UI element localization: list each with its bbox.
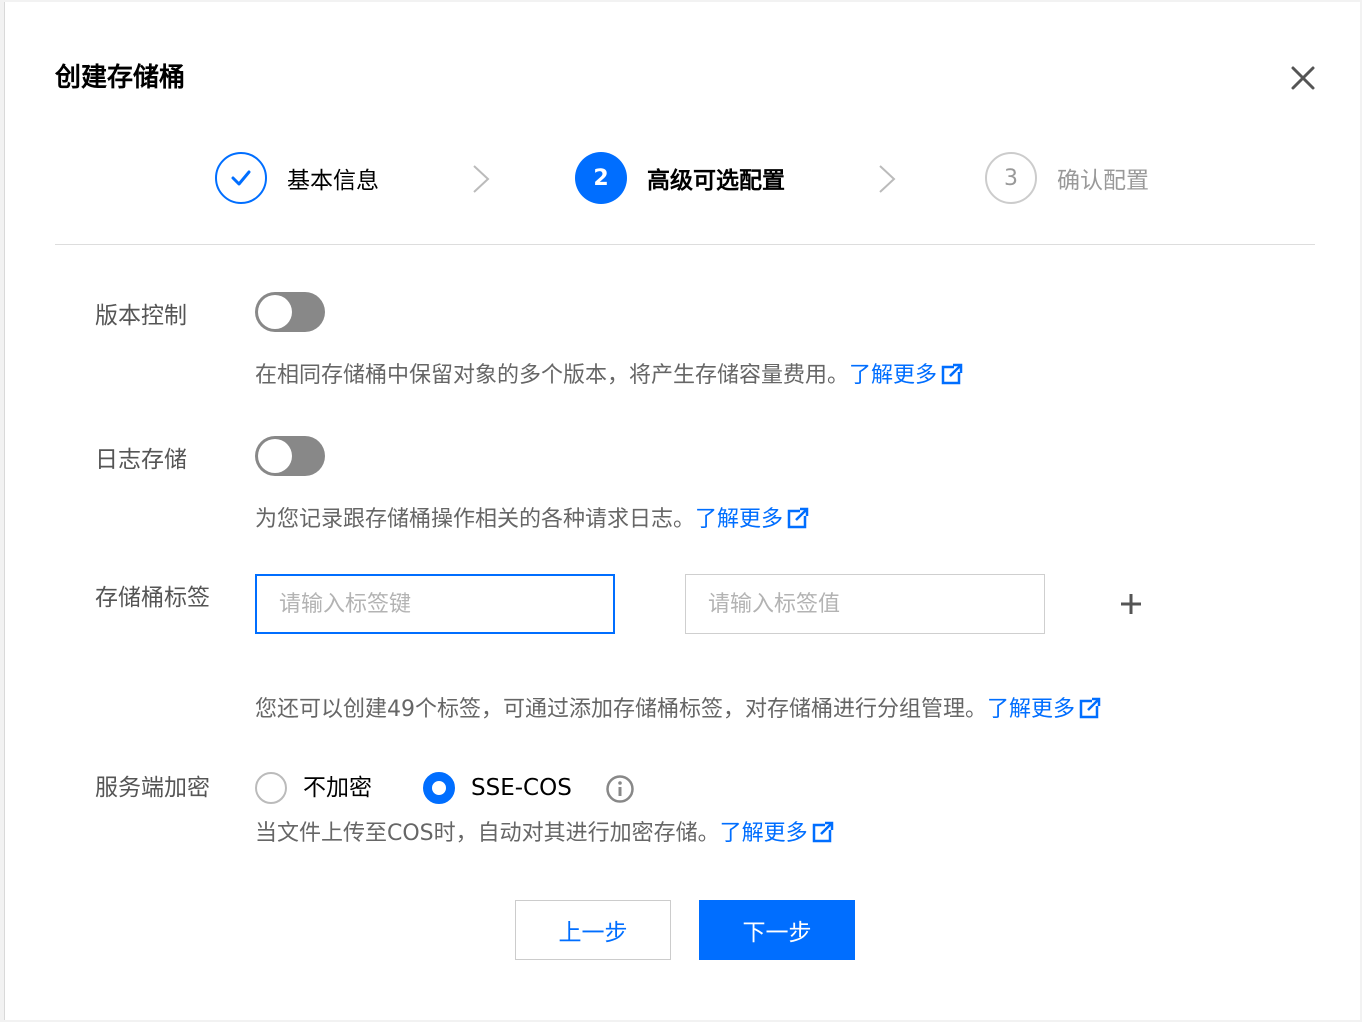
tags-description: 您还可以创建49个标签，可通过添加存储桶标签，对存储桶进行分组管理。了解更多 bbox=[255, 694, 1102, 726]
versioning-toggle[interactable] bbox=[255, 292, 325, 332]
radio-label: 不加密 bbox=[303, 775, 372, 801]
logging-description: 为您记录跟存储桶操作相关的各种请求日志。了解更多 bbox=[255, 504, 810, 536]
encryption-label: 服务端加密 bbox=[95, 775, 210, 801]
next-step-button[interactable]: 下一步 bbox=[699, 900, 855, 960]
step-label: 高级可选配置 bbox=[647, 168, 785, 194]
logging-label: 日志存储 bbox=[95, 447, 187, 473]
encryption-description: 当文件上传至COS时，自动对其进行加密存储。了解更多 bbox=[255, 818, 834, 850]
prev-step-button[interactable]: 上一步 bbox=[515, 900, 671, 960]
link-text: 了解更多 bbox=[849, 363, 938, 388]
tags-learn-more-link[interactable]: 了解更多 bbox=[987, 697, 1102, 722]
step-label: 基本信息 bbox=[287, 168, 379, 194]
check-icon bbox=[231, 170, 251, 186]
encryption-description-text: 当文件上传至COS时，自动对其进行加密存储。 bbox=[255, 821, 720, 846]
plus-icon[interactable] bbox=[1117, 590, 1145, 618]
logging-learn-more-link[interactable]: 了解更多 bbox=[695, 507, 810, 532]
external-link-icon bbox=[812, 821, 834, 843]
radio-label: SSE-COS bbox=[471, 775, 572, 801]
step-label: 确认配置 bbox=[1057, 168, 1149, 194]
header-divider bbox=[55, 244, 1315, 245]
chevron-right-icon bbox=[879, 165, 896, 193]
dialog-title: 创建存储桶 bbox=[55, 63, 186, 93]
step-pending-circle: 3 bbox=[985, 152, 1037, 204]
radio-no-encryption[interactable] bbox=[255, 772, 287, 804]
link-text: 了解更多 bbox=[695, 507, 784, 532]
versioning-learn-more-link[interactable]: 了解更多 bbox=[849, 363, 964, 388]
tags-label: 存储桶标签 bbox=[95, 585, 210, 611]
step-basic-info: 基本信息 bbox=[215, 150, 379, 206]
radio-sse-cos[interactable] bbox=[423, 772, 455, 804]
external-link-icon bbox=[941, 363, 964, 385]
tag-key-input[interactable] bbox=[255, 574, 615, 634]
versioning-label: 版本控制 bbox=[95, 303, 187, 329]
versioning-description-text: 在相同存储桶中保留对象的多个版本，将产生存储容量费用。 bbox=[255, 363, 850, 388]
external-link-icon bbox=[787, 507, 810, 529]
chevron-right-icon bbox=[473, 165, 490, 193]
logging-toggle[interactable] bbox=[255, 436, 325, 476]
logging-description-text: 为您记录跟存储桶操作相关的各种请求日志。 bbox=[255, 507, 696, 532]
tags-description-text: 您还可以创建49个标签，可通过添加存储桶标签，对存储桶进行分组管理。 bbox=[255, 697, 987, 722]
link-text: 了解更多 bbox=[719, 821, 808, 846]
toggle-knob bbox=[258, 295, 292, 329]
link-text: 了解更多 bbox=[987, 697, 1076, 722]
step-active-circle: 2 bbox=[575, 152, 627, 204]
close-icon[interactable] bbox=[1287, 62, 1319, 94]
step-confirm-config: 3 确认配置 bbox=[985, 150, 1149, 206]
info-icon[interactable] bbox=[605, 774, 635, 804]
stepper: 基本信息 2 高级可选配置 3 确认配置 bbox=[5, 150, 1360, 206]
step-advanced-config: 2 高级可选配置 bbox=[575, 150, 785, 206]
toggle-knob bbox=[258, 439, 292, 473]
create-bucket-dialog: 创建存储桶 基本信息 2 高级可选配置 3 确认配置 版本控制 在相同存储桶中保… bbox=[4, 2, 1360, 1020]
tag-value-input[interactable] bbox=[685, 574, 1045, 634]
versioning-description: 在相同存储桶中保留对象的多个版本，将产生存储容量费用。了解更多 bbox=[255, 360, 964, 392]
encryption-learn-more-link[interactable]: 了解更多 bbox=[720, 821, 834, 846]
step-done-circle bbox=[215, 152, 267, 204]
external-link-icon bbox=[1079, 697, 1102, 719]
